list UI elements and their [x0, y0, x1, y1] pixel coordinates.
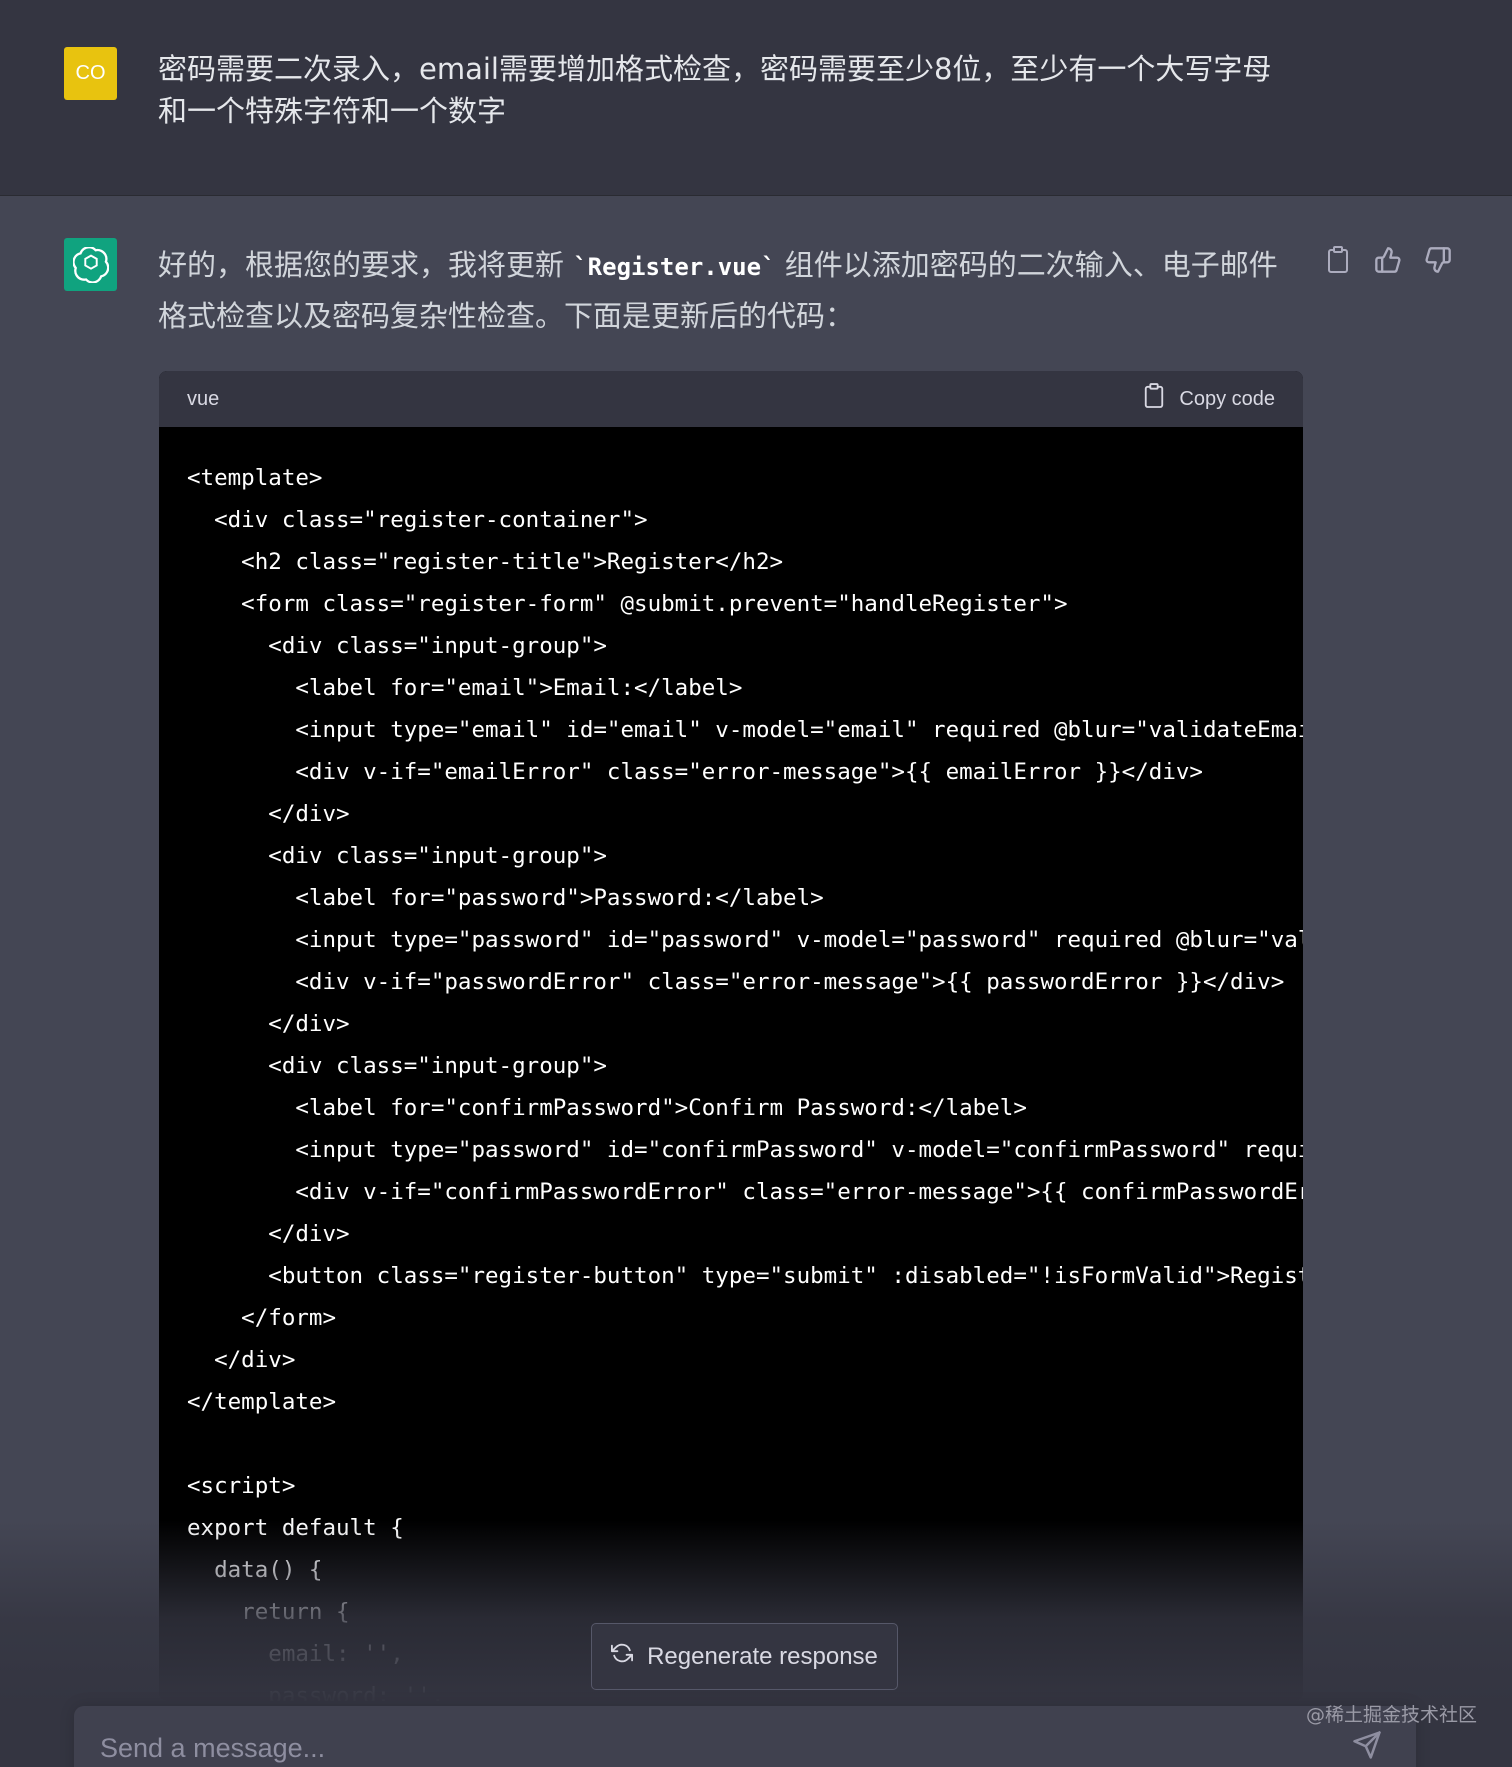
user-message-row: CO 密码需要二次录入，email需要增加格式检查，密码需要至少8位，至少有一个…: [0, 0, 1512, 196]
copy-code-label: Copy code: [1179, 387, 1275, 410]
code-line: <template>: [187, 465, 323, 491]
message-composer: [74, 1706, 1416, 1767]
regenerate-response-button[interactable]: Regenerate response: [591, 1623, 898, 1690]
code-line: </div>: [187, 1011, 350, 1037]
refresh-icon: [611, 1642, 634, 1671]
code-line: <form class="register-form" @submit.prev…: [187, 591, 1068, 617]
code-line: <script>: [187, 1473, 296, 1499]
code-line: <div v-if="passwordError" class="error-m…: [187, 969, 1285, 995]
assistant-message-text: 好的，根据您的要求，我将更新 `Register.vue` 组件以添加密码的二次…: [158, 241, 1298, 341]
code-line: </template>: [187, 1389, 337, 1415]
watermark: @稀土掘金技术社区: [1306, 1704, 1478, 1726]
code-content: <template> <div class="register-containe…: [159, 427, 1303, 1701]
code-line: </div>: [187, 1347, 296, 1373]
code-line: </form>: [187, 1305, 337, 1331]
code-line: <div class="input-group">: [187, 1053, 607, 1079]
clipboard-icon[interactable]: [1322, 244, 1354, 276]
thumbs-up-icon[interactable]: [1372, 244, 1404, 276]
user-avatar: CO: [64, 47, 117, 100]
code-line: </div>: [187, 801, 350, 827]
inline-code: `Register.vue`: [573, 253, 776, 281]
code-line: <input type="email" id="email" v-model="…: [187, 717, 1303, 743]
copy-code-button[interactable]: Copy code: [1143, 383, 1275, 415]
code-line: <div v-if="confirmPasswordError" class="…: [187, 1179, 1303, 1205]
code-line: </div>: [187, 1221, 350, 1247]
code-line: <input type="password" id="confirmPasswo…: [187, 1137, 1303, 1163]
code-line: <input type="password" id="password" v-m…: [187, 927, 1303, 953]
user-message-text: 密码需要二次录入，email需要增加格式检查，密码需要至少8位，至少有一个大写字…: [158, 52, 1272, 128]
code-line: <button class="register-button" type="su…: [187, 1263, 1303, 1289]
message-actions: [1322, 240, 1462, 280]
clipboard-icon: [1143, 383, 1165, 415]
code-line: <div v-if="emailError" class="error-mess…: [187, 759, 1203, 785]
code-language: vue: [187, 387, 220, 410]
code-line: <div class="input-group">: [187, 843, 607, 869]
code-block: vue Copy code <template> <div class="reg…: [159, 371, 1303, 1701]
send-icon[interactable]: [1352, 1730, 1386, 1764]
code-line: <label for="email">Email:</label>: [187, 675, 743, 701]
code-line: <div class="register-container">: [187, 507, 648, 533]
thumbs-down-icon[interactable]: [1422, 244, 1454, 276]
code-header: vue Copy code: [159, 371, 1303, 427]
message-input[interactable]: [100, 1728, 1300, 1767]
code-line: data() {: [187, 1557, 323, 1583]
code-line: <div class="input-group">: [187, 633, 607, 659]
openai-logo-icon: [64, 238, 117, 291]
code-line: <h2 class="register-title">Register</h2>: [187, 549, 784, 575]
code-line: <label for="password">Password:</label>: [187, 885, 824, 911]
assistant-text-before: 好的，根据您的要求，我将更新: [158, 248, 574, 282]
regenerate-label: Regenerate response: [647, 1642, 878, 1670]
code-line: export default {: [187, 1515, 404, 1541]
code-line: <label for="confirmPassword">Confirm Pas…: [187, 1095, 1027, 1121]
